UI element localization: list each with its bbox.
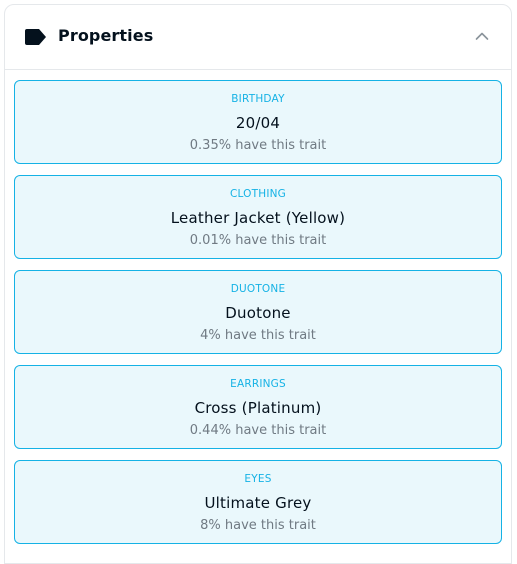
property-card-clothing[interactable]: CLOTHING Leather Jacket (Yellow) 0.01% h… [14,175,502,259]
property-value: Duotone [225,304,291,322]
property-rarity: 0.35% have this trait [189,138,327,153]
property-type: EYES [244,473,272,485]
property-rarity: 0.44% have this trait [189,423,327,438]
property-value: Leather Jacket (Yellow) [170,209,346,227]
tag-icon [25,29,46,45]
property-value: Cross (Platinum) [194,399,322,417]
panel-title: Properties [58,26,154,45]
property-rarity: 8% have this trait [200,518,316,533]
property-type: BIRTHDAY [231,93,285,105]
property-value: 20/04 [235,114,281,132]
properties-panel: Properties BIRTHDAY 20/04 0.35% have thi… [4,4,512,564]
property-card-duotone[interactable]: DUOTONE Duotone 4% have this trait [14,270,502,354]
property-type: EARRINGS [230,378,286,390]
properties-panel-header[interactable]: Properties [5,5,511,70]
property-card-birthday[interactable]: BIRTHDAY 20/04 0.35% have this trait [14,80,502,164]
properties-list: BIRTHDAY 20/04 0.35% have this trait CLO… [14,80,502,555]
property-value: Ultimate Grey [204,494,312,512]
property-rarity: 4% have this trait [200,328,316,343]
property-rarity: 0.01% have this trait [189,233,327,248]
property-type: CLOTHING [229,188,287,200]
property-type: DUOTONE [230,283,286,295]
property-card-eyes[interactable]: EYES Ultimate Grey 8% have this trait [14,460,502,544]
chevron-up-icon[interactable] [475,31,489,41]
property-card-earrings[interactable]: EARRINGS Cross (Platinum) 0.44% have thi… [14,365,502,449]
